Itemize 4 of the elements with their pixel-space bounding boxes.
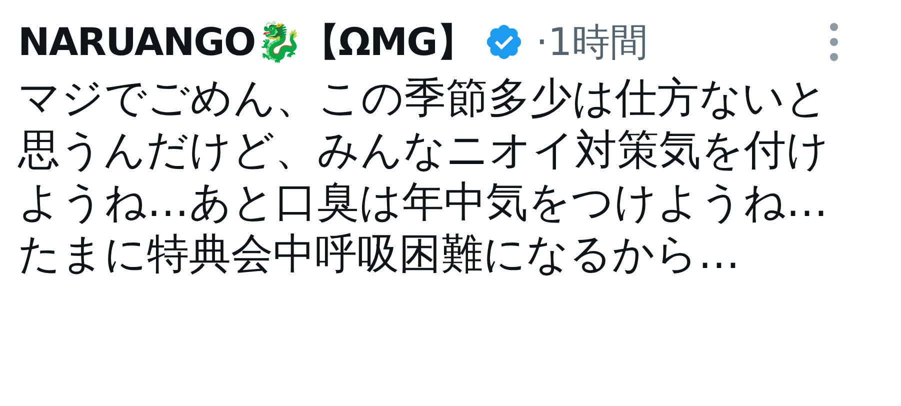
post-time[interactable]: ·1時間 [536,14,648,70]
author-name[interactable]: NARUANGO🐉【ΩMG】 [18,14,474,70]
post-text: マジでごめん、この季節多少は仕方ないと思うんだけど、みんなニオイ対策気を付けようね…あと口臭は年中気をつけようね…たまに特典会中呼吸困難になるから… [18,72,830,280]
more-options-icon[interactable] [829,22,839,62]
